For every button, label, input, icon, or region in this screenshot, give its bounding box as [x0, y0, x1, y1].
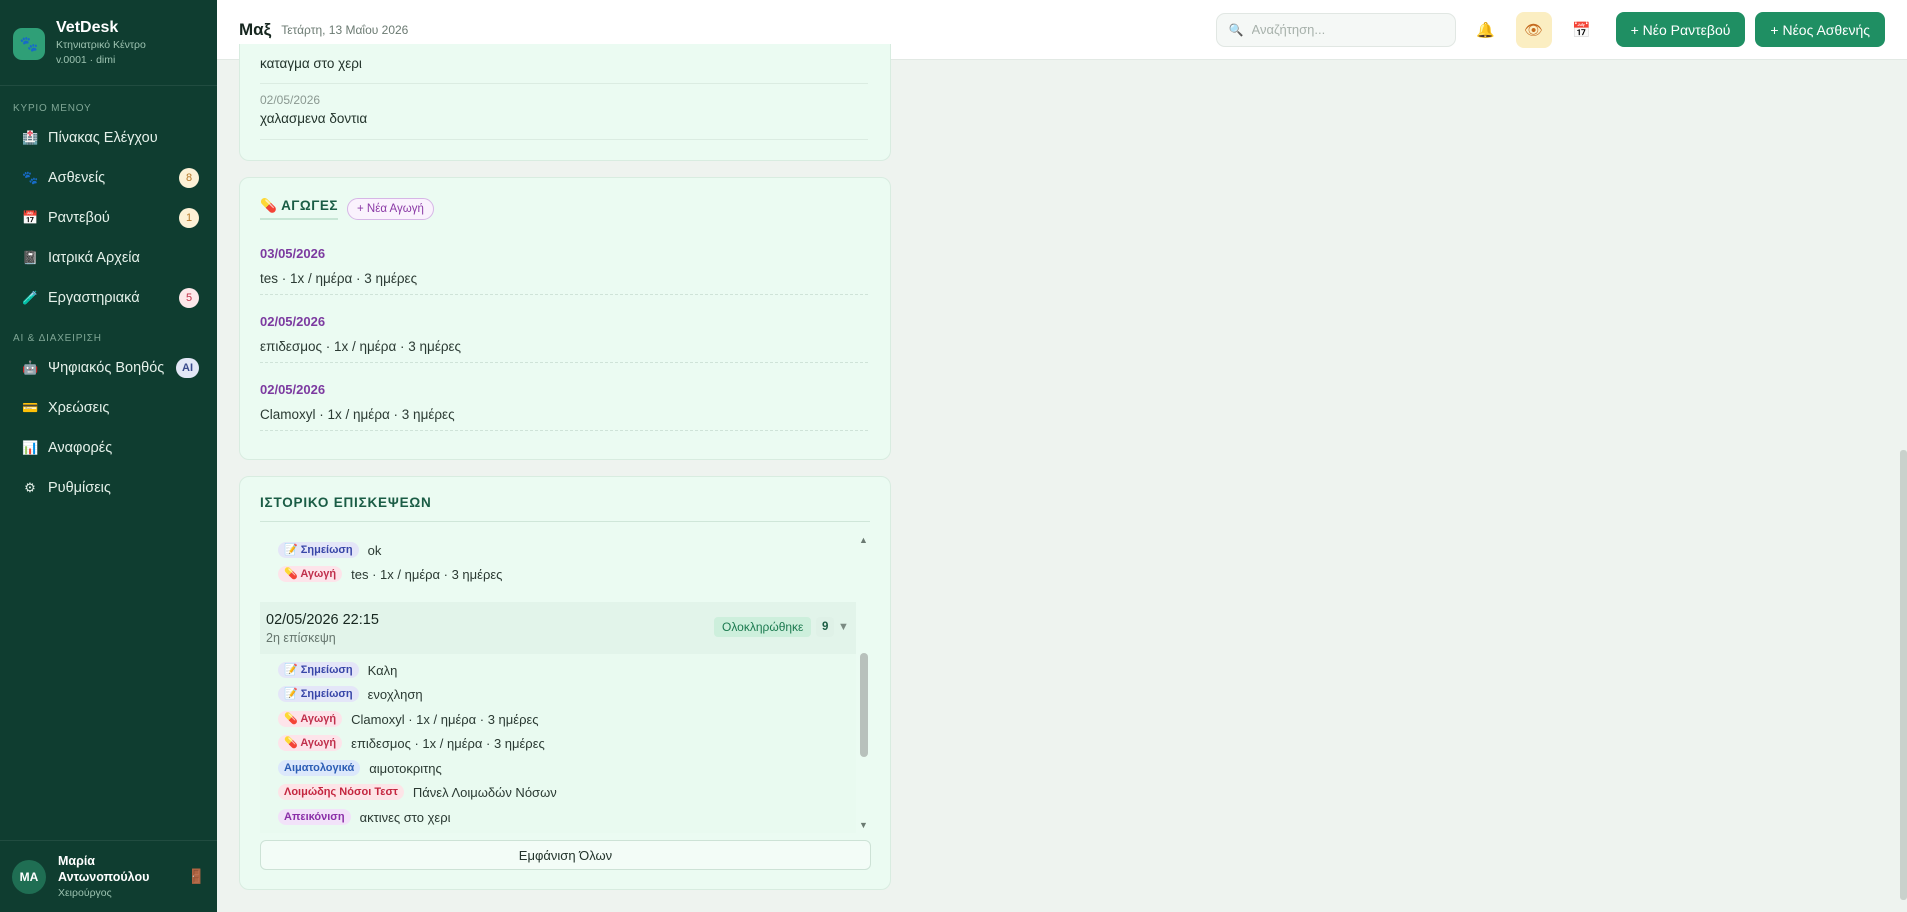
- treatment-date: 02/05/2026: [260, 314, 326, 329]
- visit-datetime: 02/05/2026 22:15: [266, 612, 379, 628]
- notebook-icon: 📓: [22, 250, 39, 265]
- imaging-tag: Απεικόνιση: [278, 809, 351, 825]
- clinic-icon: 🏥: [22, 130, 39, 145]
- section-label-ai: AI & ΔΙΑΧΕΙΡΙΣΗ: [13, 333, 102, 344]
- sidebar-item-labs[interactable]: 🧪 Εργαστηριακά 5: [0, 278, 217, 318]
- page-title: Μαξ: [239, 19, 272, 39]
- chevron-down-icon[interactable]: ▼: [838, 617, 849, 637]
- section-label-main: ΚΥΡΙΟ ΜΕΝΟΥ: [13, 103, 92, 114]
- test-tube-icon: 🧪: [22, 290, 39, 305]
- treatments-card: 💊 ΑΓΩΓΕΣ + Νέα Αγωγή 03/05/2026 tes · 1x…: [239, 177, 891, 460]
- treatment-date: 03/05/2026: [260, 246, 326, 261]
- user-first-name: Μαρία: [58, 853, 95, 868]
- calendar-view-icon[interactable]: 📅: [1564, 12, 1600, 48]
- history-scrollbar[interactable]: ▲ ▼: [857, 533, 870, 833]
- blood-test-tag: Αιματολογικά: [278, 760, 361, 776]
- robot-icon: 🤖: [22, 360, 39, 375]
- gear-icon: ⚙: [24, 480, 36, 495]
- sidebar-item-billing[interactable]: 💳 Χρεώσεις: [0, 388, 217, 428]
- sidebar-item-reports[interactable]: 📊 Αναφορές: [0, 428, 217, 468]
- history-entry: 💊 Αγωγή Clamoxyl · 1x / ημέρα · 3 ημέρες: [278, 710, 539, 728]
- search-icon: 🔍: [1228, 22, 1244, 37]
- new-appointment-button[interactable]: + Νέο Ραντεβού: [1615, 12, 1746, 47]
- entries-count-badge: 9: [816, 617, 835, 637]
- note-date: 02/05/2026: [260, 93, 321, 107]
- search-box[interactable]: 🔍: [1215, 12, 1456, 47]
- treatment-tag: 💊 Αγωγή: [278, 566, 343, 582]
- calendar-icon: 📅: [22, 210, 39, 225]
- logout-door-icon[interactable]: 🚪: [188, 868, 205, 885]
- treatment-text: tes · 1x / ημέρα · 3 ημέρες: [260, 271, 418, 286]
- note-tag: 📝 Σημείωση: [278, 662, 359, 678]
- treatment-tag: 💊 Αγωγή: [278, 735, 343, 751]
- sidebar-item-patients[interactable]: 🐾 Ασθενείς 8: [0, 158, 217, 198]
- page-date: Τετάρτη, 13 Μαΐου 2026: [281, 22, 409, 37]
- visit-header[interactable]: 02/05/2026 22:15 2η επίσκεψη Ολοκληρώθηκ…: [260, 602, 856, 654]
- treatment-text: Clamoxyl · 1x / ημέρα · 3 ημέρες: [260, 407, 455, 422]
- treatment-text: επιδεσμος · 1x / ημέρα · 3 ημέρες: [260, 339, 462, 354]
- brand-subtitle: Κτηνιατρικό Κέντρο: [56, 39, 146, 51]
- sidebar-item-appointments[interactable]: 📅 Ραντεβού 1: [0, 198, 217, 238]
- visit-history-card: ΙΣΤΟΡΙΚΟ ΕΠΙΣΚΕΨΕΩΝ 📝 Σημείωση ok 💊 Αγωγ…: [239, 476, 891, 890]
- note-text: καταγμα στο χερι: [260, 56, 362, 71]
- eye-icon[interactable]: 👁: [1515, 11, 1552, 48]
- history-entry: Λοιμώδης Νόσοι Τεστ Πάνελ Λοιμωδών Νόσων: [278, 783, 557, 801]
- brand-name: VetDesk: [56, 19, 119, 36]
- infectious-test-tag: Λοιμώδης Νόσοι Τεστ: [278, 784, 404, 800]
- visit-history-title: ΙΣΤΟΡΙΚΟ ΕΠΙΣΚΕΨΕΩΝ: [260, 495, 432, 510]
- brand-meta: v.0001 · dimi: [56, 54, 116, 66]
- visit-number: 2η επίσκεψη: [266, 631, 336, 645]
- sidebar-item-assistant[interactable]: 🤖 Ψηφιακός Βοηθός AI: [0, 348, 217, 388]
- note-tag: 📝 Σημείωση: [278, 542, 359, 558]
- treatment-date: 02/05/2026: [260, 382, 326, 397]
- history-entry: 💊 Αγωγή επιδεσμος · 1x / ημέρα · 3 ημέρε…: [278, 734, 545, 752]
- new-patient-button[interactable]: + Νέος Ασθενής: [1755, 12, 1885, 47]
- status-badge: Ολοκληρώθηκε: [714, 617, 812, 637]
- user-role: Χειρούργος: [58, 886, 112, 899]
- note-tag: 📝 Σημείωση: [278, 686, 359, 702]
- appointments-count-badge: 1: [179, 208, 199, 228]
- show-all-button[interactable]: Εμφάνιση Όλων: [260, 840, 871, 870]
- history-entry: 📝 Σημείωση ok: [278, 541, 381, 559]
- history-entry: 📝 Σημείωση Καλη: [278, 661, 397, 679]
- sidebar-item-dashboard[interactable]: 🏥 Πίνακας Ελέγχου: [0, 118, 217, 158]
- pill-icon: 💊: [260, 198, 278, 213]
- history-entry: 📝 Σημείωση ενοχληση: [278, 685, 423, 703]
- sidebar-item-records[interactable]: 📓 Ιατρικά Αρχεία: [0, 238, 217, 278]
- avatar: MA: [12, 859, 46, 894]
- paw-icon: 🐾: [22, 170, 39, 185]
- treatments-title: 💊 ΑΓΩΓΕΣ: [260, 198, 338, 220]
- chart-icon: 📊: [22, 440, 39, 455]
- ai-badge: AI: [176, 358, 199, 378]
- visit-history-list[interactable]: 📝 Σημείωση ok 💊 Αγωγή tes · 1x / ημέρα ·…: [260, 533, 870, 833]
- note-text: χαλασμενα δοντια: [260, 111, 368, 126]
- paw-logo-icon: 🐾: [13, 28, 45, 60]
- treatment-tag: 💊 Αγωγή: [278, 711, 343, 727]
- card-icon: 💳: [22, 400, 39, 415]
- search-input[interactable]: [1251, 22, 1432, 37]
- bell-icon[interactable]: 🔔: [1468, 12, 1504, 48]
- scroll-up-arrow-icon[interactable]: ▲: [859, 535, 868, 545]
- new-treatment-button[interactable]: + Νέα Αγωγή: [346, 198, 434, 220]
- scroll-down-arrow-icon[interactable]: ▼: [859, 820, 868, 830]
- notes-card: καταγμα στο χερι 02/05/2026 χαλασμενα δο…: [239, 44, 891, 161]
- user-last-name: Αντωνοπούλου: [58, 869, 150, 884]
- scrollbar-thumb[interactable]: [860, 653, 868, 757]
- labs-count-badge: 5: [179, 288, 199, 308]
- page-scrollbar[interactable]: [1900, 450, 1907, 900]
- sidebar-item-settings[interactable]: ⚙ Ρυθμίσεις: [0, 468, 217, 508]
- history-entry: Απεικόνιση ακτινες στο χερι: [278, 808, 451, 826]
- history-entry: Αιματολογικά αιμοτοκριτης: [278, 759, 442, 777]
- user-panel: MA Μαρία Αντωνοπούλου Χειρούργος 🚪: [0, 840, 217, 912]
- history-entry: 💊 Αγωγή tes · 1x / ημέρα · 3 ημέρες: [278, 565, 502, 583]
- brand: 🐾 VetDesk Κτηνιατρικό Κέντρο v.0001 · di…: [0, 0, 217, 86]
- sidebar: 🐾 VetDesk Κτηνιατρικό Κέντρο v.0001 · di…: [0, 0, 217, 912]
- patients-count-badge: 8: [179, 168, 199, 188]
